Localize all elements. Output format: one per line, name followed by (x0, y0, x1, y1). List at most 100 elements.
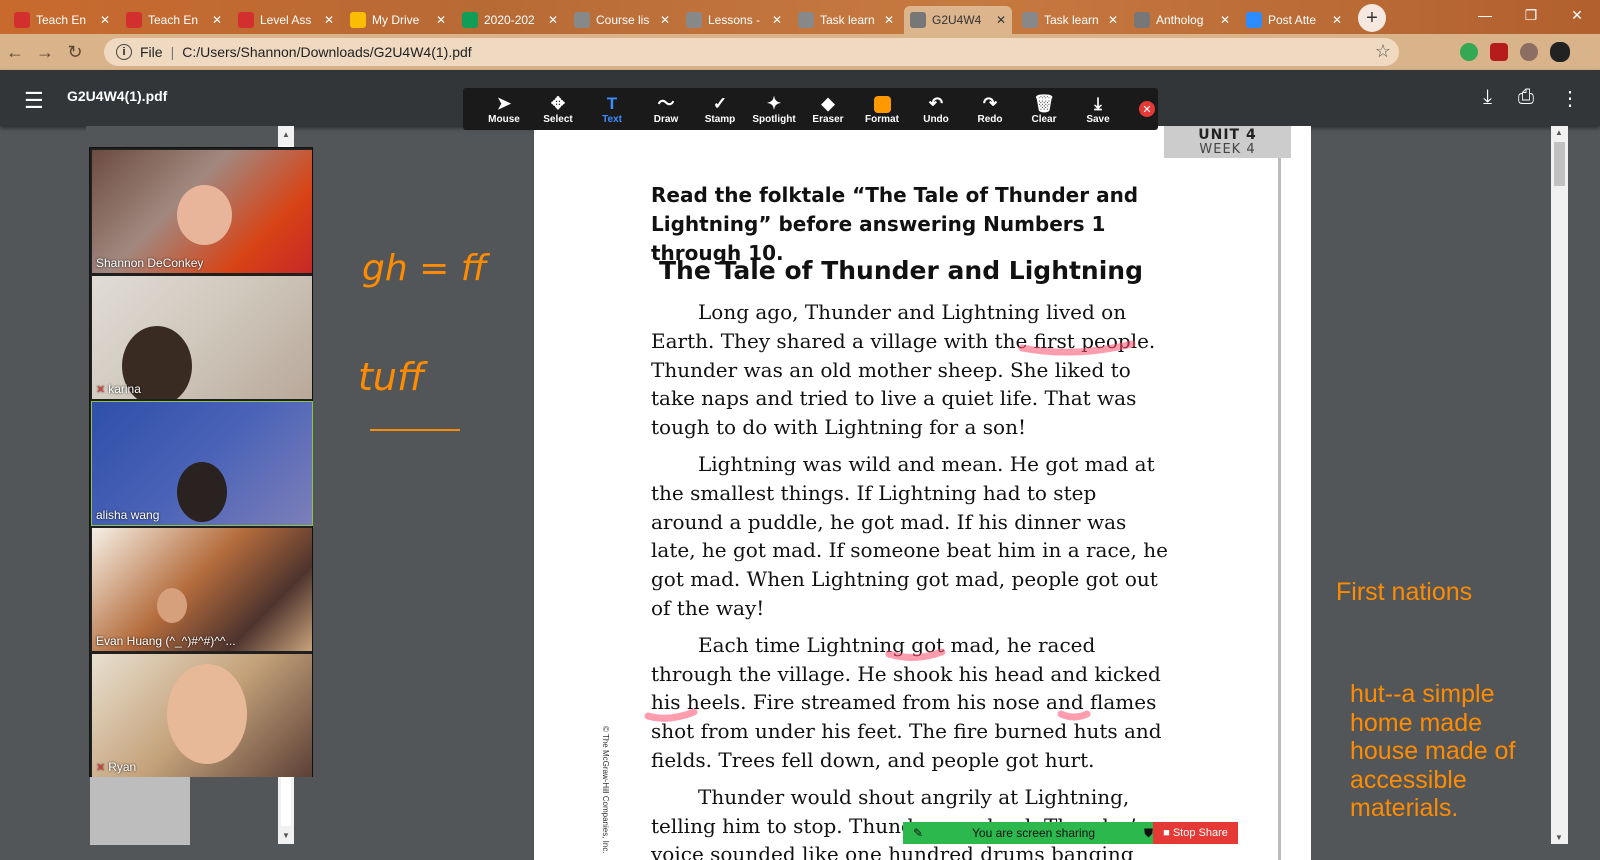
tool-label: Undo (923, 113, 949, 125)
scroll-thumb[interactable] (1554, 142, 1565, 186)
video-tile[interactable]: ✕ Ryan (92, 654, 312, 777)
browser-tab[interactable]: Course lis ✕ (568, 6, 676, 34)
close-tab-icon[interactable]: ✕ (884, 13, 894, 27)
reload-icon[interactable]: ↻ (60, 42, 90, 63)
save-icon: ⤓ (1094, 93, 1102, 113)
tool-draw[interactable]: 〜 Draw (639, 94, 693, 125)
new-tab-button[interactable]: + (1358, 4, 1386, 32)
participant-name: alisha wang (96, 508, 160, 522)
browser-tab[interactable]: Task learn ✕ (792, 6, 900, 34)
tool-stamp[interactable]: ✓ Stamp (693, 94, 747, 125)
highlight-stroke (1057, 710, 1091, 721)
url-scheme: File (140, 44, 163, 60)
close-tab-icon[interactable]: ✕ (212, 13, 222, 27)
minimize-icon[interactable]: — (1462, 0, 1508, 30)
browser-tab[interactable]: 2020-202 ✕ (456, 6, 564, 34)
browser-tab[interactable]: Post Atte ✕ (1240, 6, 1348, 34)
extension-icon[interactable] (1460, 43, 1478, 61)
tool-mouse[interactable]: ➤ Mouse (477, 94, 531, 125)
format-icon (873, 95, 891, 113)
browser-tab[interactable]: Antholog ✕ (1128, 6, 1236, 34)
tool-clear[interactable]: 🗑 Clear (1017, 94, 1071, 125)
video-tile[interactable]: Evan Huang (^_^)#^#)^^... (92, 528, 312, 651)
tool-label: Save (1086, 113, 1110, 125)
video-gallery: Shannon DeConkey ✕ karina alisha wang Evan H… (89, 147, 313, 777)
video-tile[interactable]: ✕ karina (92, 276, 312, 399)
back-icon[interactable]: ← (0, 42, 30, 63)
page-scrollbar[interactable]: ▲ ▼ (1551, 126, 1568, 844)
url-field[interactable]: i File | C:/Users/Shannon/Downloads/G2U4… (104, 38, 1399, 66)
tool-label: Text (602, 113, 622, 125)
browser-tab[interactable]: Task learn ✕ (1016, 6, 1124, 34)
browser-tab[interactable]: Level Ass ✕ (232, 6, 340, 34)
sharing-status[interactable]: ✎ You are screen sharing ⛊ (903, 822, 1153, 844)
tool-undo[interactable]: ↶ Undo (909, 94, 963, 125)
sharing-status-text: You are screen sharing (972, 826, 1096, 840)
tab-title: Course lis (596, 13, 650, 27)
close-toolbar-button[interactable]: ✕ (1139, 101, 1155, 117)
browser-tab[interactable]: Teach En ✕ (120, 6, 228, 34)
more-icon[interactable]: ⋮ (1560, 86, 1580, 111)
i-ready-icon (14, 12, 30, 28)
print-icon[interactable]: ⎙ (1518, 86, 1534, 111)
forward-icon[interactable]: → (30, 42, 60, 63)
browser-tab[interactable]: Lessons - ✕ (680, 6, 788, 34)
restore-icon[interactable]: ❐ (1508, 0, 1554, 30)
avatar[interactable] (1550, 42, 1570, 62)
participant-video (167, 664, 247, 764)
participant-name-tag: alisha wang (96, 508, 159, 522)
close-window-icon[interactable]: ✕ (1554, 0, 1600, 30)
tool-spotlight[interactable]: ✦ Spotlight (747, 94, 801, 125)
tool-label: Redo (977, 113, 1003, 125)
close-tab-icon[interactable]: ✕ (436, 13, 446, 27)
close-tab-icon[interactable]: ✕ (660, 13, 670, 27)
google-drive-icon (350, 12, 366, 28)
scroll-down-icon[interactable]: ▼ (282, 831, 290, 840)
info-icon[interactable]: i (116, 44, 132, 60)
highlight-marks (644, 340, 1136, 722)
tab-title: Post Atte (1268, 13, 1317, 27)
close-tab-icon[interactable]: ✕ (1220, 13, 1230, 27)
scroll-down-icon[interactable]: ▼ (1555, 833, 1563, 842)
ublock-icon[interactable] (1490, 43, 1508, 61)
browser-tab[interactable]: Teach En ✕ (8, 6, 116, 34)
close-tab-icon[interactable]: ✕ (1332, 13, 1342, 27)
pdf-page: UNIT 4 WEEK 4 Read the folktale “The Tal… (534, 126, 1311, 860)
browser-tab[interactable]: My Drive ✕ (344, 6, 452, 34)
page-thumbnail[interactable] (90, 775, 190, 845)
close-tab-icon[interactable]: ✕ (1108, 13, 1118, 27)
scroll-up-icon[interactable]: ▲ (1555, 128, 1563, 137)
close-tab-icon[interactable]: ✕ (548, 13, 558, 27)
participant-video (177, 462, 227, 522)
tool-label: Select (543, 113, 573, 125)
browser-tab[interactable]: G2U4W4 ✕ (904, 6, 1012, 34)
download-icon[interactable]: ⤓ (1483, 86, 1492, 111)
tool-select[interactable]: ✥ Select (531, 94, 585, 125)
tool-format[interactable]: Format (855, 94, 909, 125)
tool-redo[interactable]: ↷ Redo (963, 94, 1017, 125)
stop-share-button[interactable]: ■ Stop Share (1153, 822, 1238, 844)
participant-name-tag: ✕ karina (96, 382, 141, 396)
tool-save[interactable]: ⤓ Save (1071, 94, 1125, 125)
side-note-hut: hut--a simple home made house made of ac… (1350, 680, 1516, 822)
video-tile[interactable]: alisha wang (91, 401, 313, 526)
tool-text[interactable]: T Text (585, 94, 639, 125)
close-tab-icon[interactable]: ✕ (772, 13, 782, 27)
close-tab-icon[interactable]: ✕ (100, 13, 110, 27)
tab-title: Teach En (148, 13, 199, 27)
puzzle-icon[interactable] (1520, 43, 1538, 61)
video-tile[interactable]: Shannon DeConkey (92, 150, 312, 273)
muted-mic-icon: ✕ (96, 384, 106, 396)
scroll-up-icon[interactable]: ▲ (282, 130, 290, 139)
menu-icon[interactable]: ☰ (24, 88, 44, 114)
close-tab-icon[interactable]: ✕ (996, 13, 1006, 27)
cursor-icon: ➤ (496, 93, 512, 113)
tool-eraser[interactable]: ◆ Eraser (801, 94, 855, 125)
tab-title: G2U4W4 (932, 13, 982, 27)
copyright-text: © The McGraw-Hill Companies, Inc. (601, 726, 610, 854)
tab-title: Task learn (820, 13, 875, 27)
close-tab-icon[interactable]: ✕ (324, 13, 334, 27)
note-gh-ff: gh = ff (362, 248, 491, 289)
bookmark-star-icon[interactable]: ☆ (1375, 41, 1391, 62)
trash-icon: 🗑 (1033, 93, 1055, 113)
